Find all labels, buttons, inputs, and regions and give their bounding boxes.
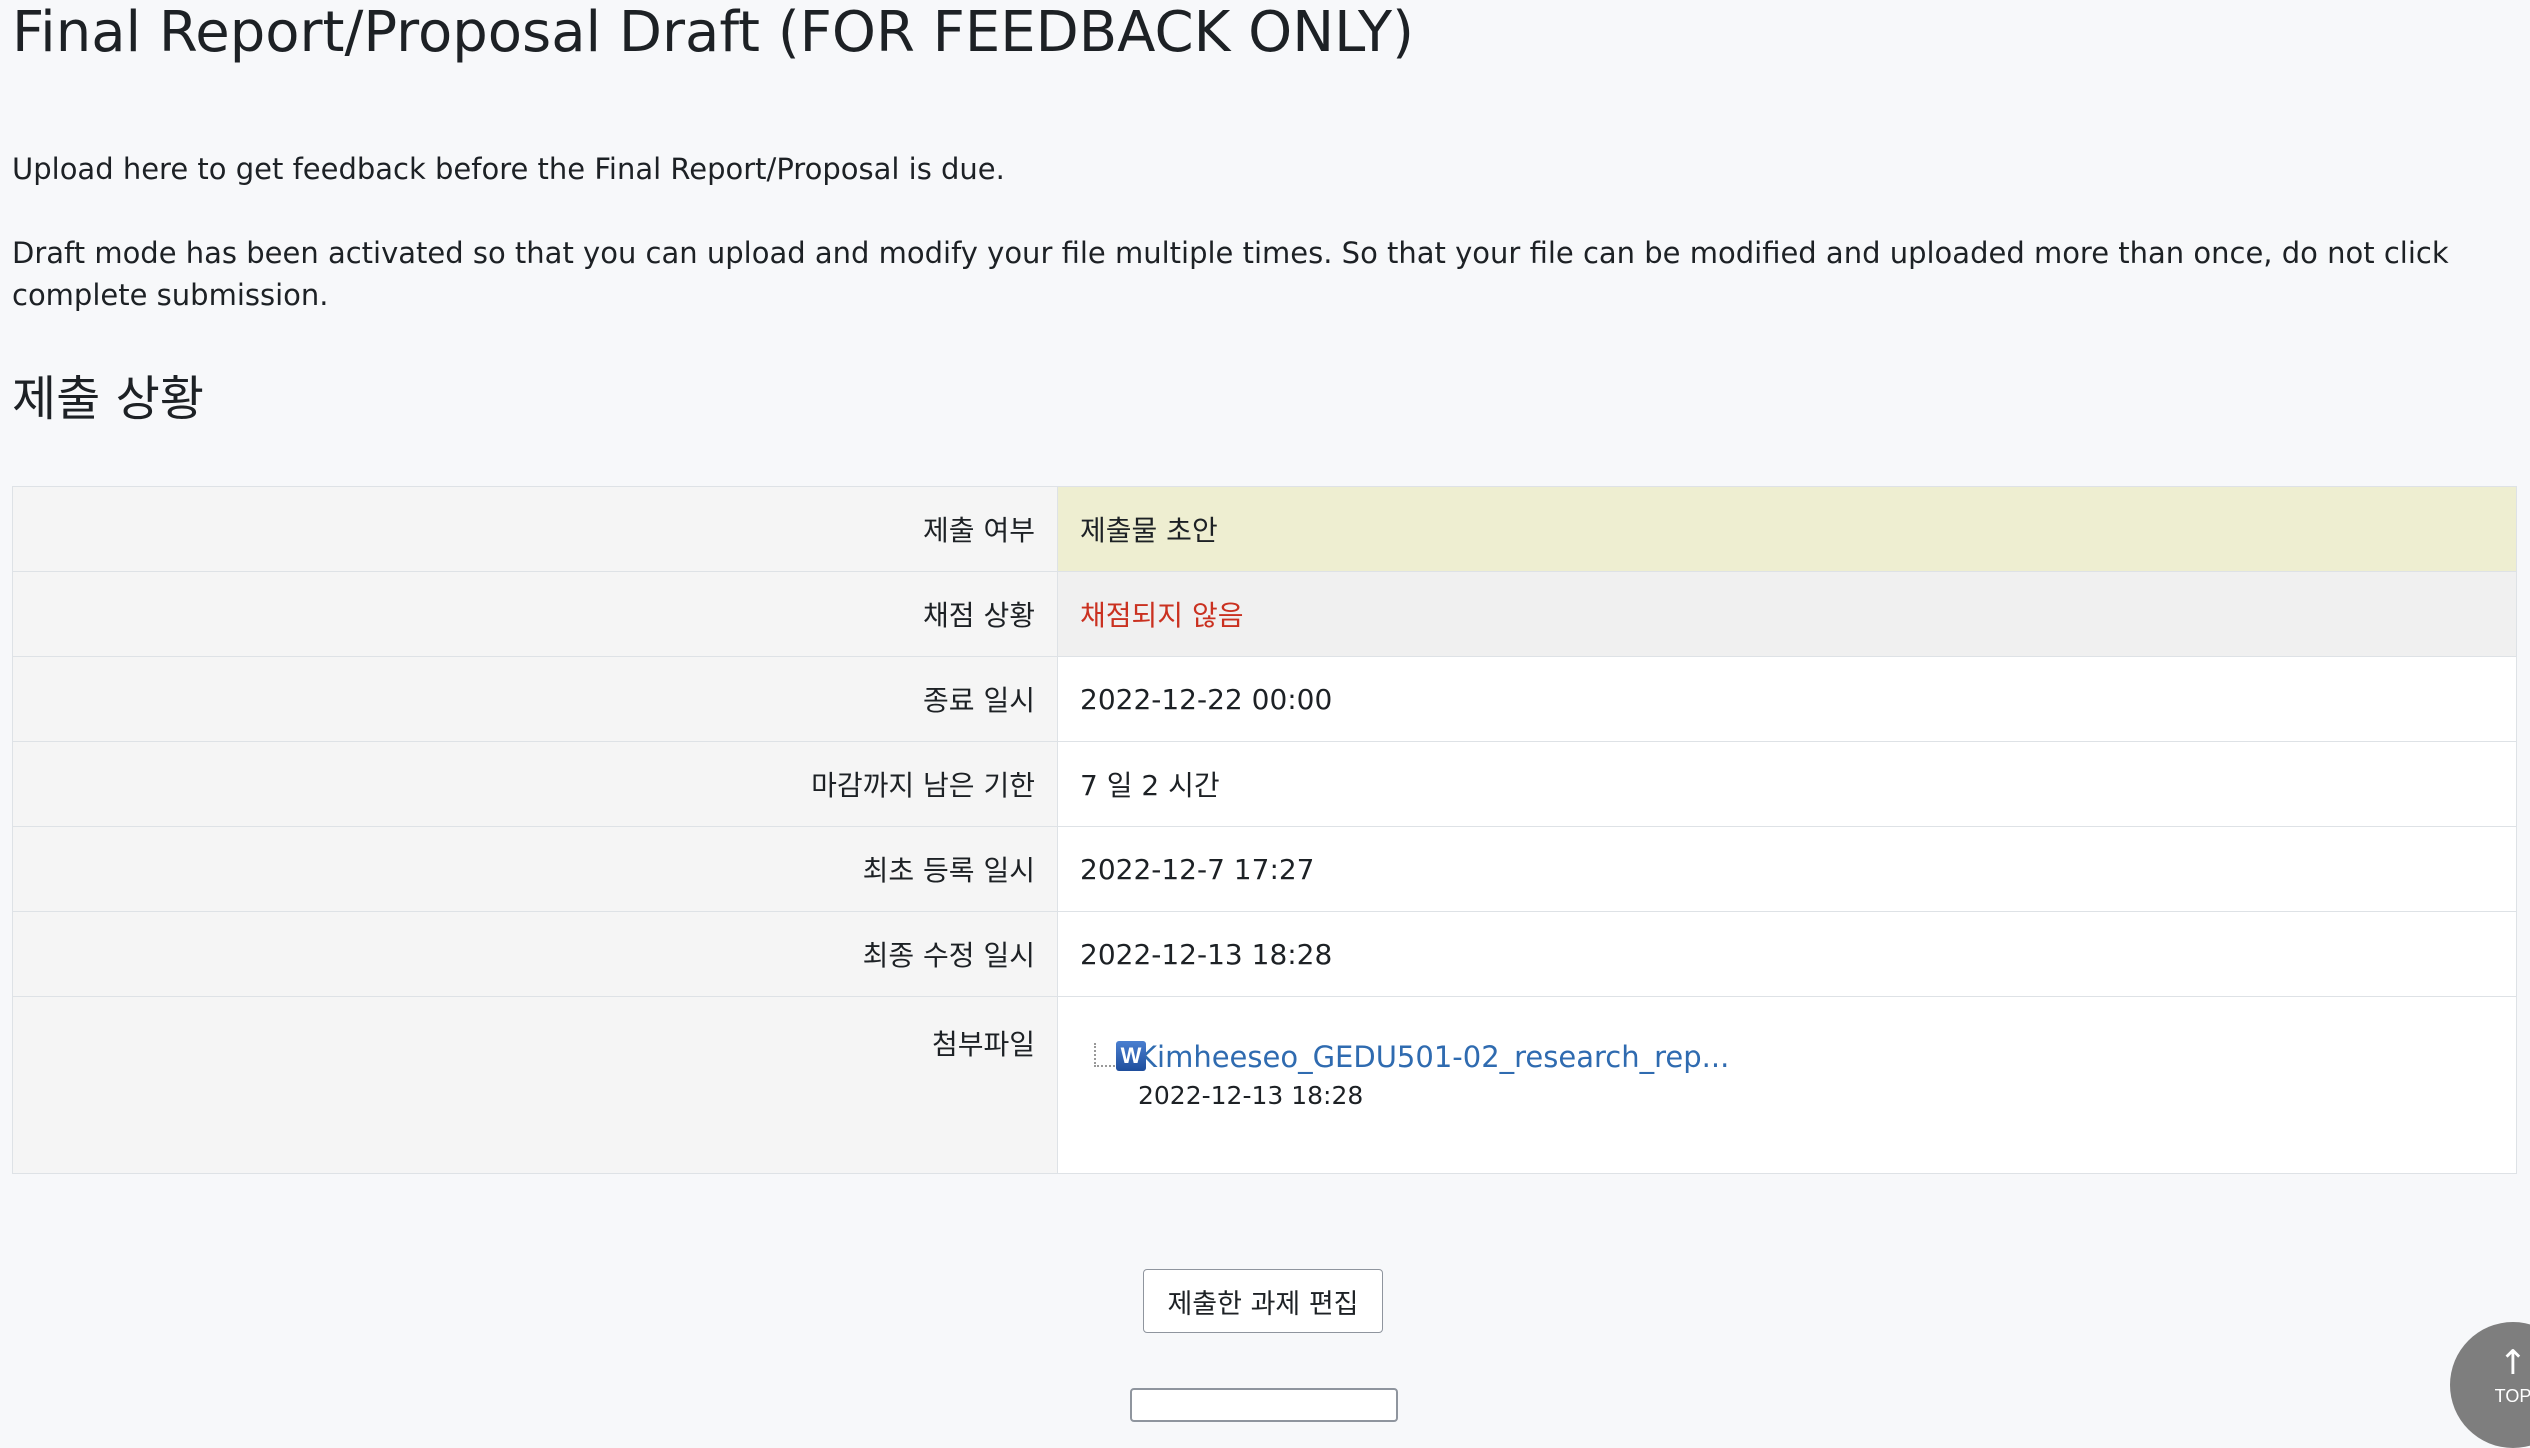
attachment-file-link[interactable]: Kimheeseo_GEDU501-02_research_rep... [1138,1037,2494,1077]
word-doc-icon: W [1116,1041,1146,1071]
row-label-grading-status: 채점 상황 [12,571,1058,657]
intro-line-1: Upload here to get feedback before the F… [12,152,1005,186]
page-title: Final Report/Proposal Draft (FOR FEEDBAC… [12,0,1414,65]
tree-connector [1094,1043,1118,1067]
row-label-attachments: 첨부파일 [12,996,1058,1174]
table-row: 최초 등록 일시 2022-12-7 17:27 [12,826,2517,912]
row-value-last-modified: 2022-12-13 18:28 [1057,911,2517,997]
assignment-intro: Upload here to get feedback before the F… [12,148,2452,316]
top-label: TOP [2494,1386,2530,1406]
row-label-due-date: 종료 일시 [12,656,1058,742]
row-label-time-remaining: 마감까지 남은 기한 [12,741,1058,827]
row-value-submission-status: 제출물 초안 [1057,486,2517,572]
row-value-grading-status: 채점되지 않음 [1057,571,2517,657]
table-row: 제출 여부 제출물 초안 [12,486,2517,572]
row-label-last-modified: 최종 수정 일시 [12,911,1058,997]
arrow-up-icon: ↑ [2498,1343,2528,1383]
attachment-file-date: 2022-12-13 18:28 [1138,1081,1364,1110]
row-value-attachments: W Kimheeseo_GEDU501-02_research_rep... 2… [1057,996,2517,1174]
submission-status-table: 제출 여부 제출물 초안 채점 상황 채점되지 않음 종료 일시 2022-12… [12,486,2517,1174]
table-row: 채점 상황 채점되지 않음 [12,571,2517,657]
table-row: 최종 수정 일시 2022-12-13 18:28 [12,911,2517,997]
next-button[interactable] [1130,1388,1398,1422]
submission-status-heading: 제출 상황 [12,371,204,427]
row-value-first-submitted: 2022-12-7 17:27 [1057,826,2517,912]
edit-submission-button[interactable]: 제출한 과제 편집 [1143,1269,1383,1333]
table-row: 종료 일시 2022-12-22 00:00 [12,656,2517,742]
scroll-to-top-button[interactable]: ↑ TOP [2450,1322,2530,1448]
file-tree: W Kimheeseo_GEDU501-02_research_rep... 2… [1080,1037,2494,1113]
table-row: 첨부파일 W Kimheeseo_GEDU501-02_research_rep… [12,996,2517,1174]
intro-line-2: Draft mode has been activated so that yo… [12,236,2449,312]
table-row: 마감까지 남은 기한 7 일 2 시간 [12,741,2517,827]
row-value-time-remaining: 7 일 2 시간 [1057,741,2517,827]
row-label-first-submitted: 최초 등록 일시 [12,826,1058,912]
row-value-due-date: 2022-12-22 00:00 [1057,656,2517,742]
row-label-submission-status: 제출 여부 [12,486,1058,572]
